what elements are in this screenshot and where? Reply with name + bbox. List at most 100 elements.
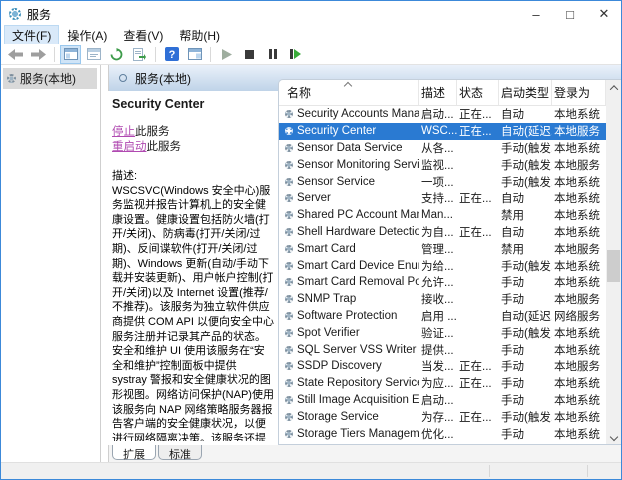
toolbar-separator — [54, 47, 55, 62]
service-gear-icon — [285, 211, 293, 219]
table-row[interactable]: SSDP Discovery 当发... 正在... 手动 本地服务 — [279, 358, 606, 375]
svg-text:?: ? — [168, 49, 175, 61]
properties-icon[interactable] — [83, 45, 104, 64]
table-row[interactable]: Smart Card Removal Poli... 允许... 手动 本地系统 — [279, 274, 606, 291]
table-row[interactable]: Security Center WSC... 正在... 自动(延迟... 本地… — [279, 123, 606, 140]
table-row[interactable]: Spot Verifier 验证... 手动(触发... 本地系统 — [279, 324, 606, 341]
table-row[interactable]: SQL Server VSS Writer 提供... 手动 本地系统 — [279, 341, 606, 358]
toolbar: ? — [1, 44, 621, 65]
table-row[interactable]: Smart Card 管理... 禁用 本地服务 — [279, 240, 606, 257]
service-gear-icon — [285, 194, 293, 202]
description-label: 描述: — [112, 169, 274, 184]
table-row[interactable]: Software Protection 启用 ... 自动(延迟... 网络服务 — [279, 308, 606, 325]
table-row[interactable]: Storage Service 为存... 正在... 手动(触发... 本地系… — [279, 408, 606, 425]
service-details-panel: Security Center 停止此服务 重启动此服务 描述: WSCSVC(… — [112, 97, 274, 441]
column-header-logon-as[interactable]: 登录为 — [552, 80, 606, 105]
help-icon[interactable]: ? — [161, 45, 182, 64]
table-row[interactable]: Still Image Acquisition Ev... 启动... 手动 本… — [279, 392, 606, 409]
service-gear-icon — [285, 144, 293, 152]
service-gear-icon — [285, 430, 293, 438]
service-gear-icon — [285, 362, 293, 370]
column-header-startup-type[interactable]: 启动类型 — [499, 80, 552, 105]
forward-icon[interactable] — [28, 45, 49, 64]
tree-item-services-local[interactable]: 服务(本地) — [3, 68, 97, 89]
stop-service-link[interactable]: 停止 — [112, 126, 135, 138]
scroll-up-icon[interactable] — [606, 80, 621, 95]
table-row[interactable]: Sensor Monitoring Service 监视... 手动(触发...… — [279, 156, 606, 173]
back-icon[interactable] — [5, 45, 26, 64]
table-row[interactable]: SNMP Trap 接收... 手动 本地服务 — [279, 291, 606, 308]
stop-service-icon[interactable] — [239, 45, 260, 64]
menu-bar: 文件(F) 操作(A) 查看(V) 帮助(H) — [1, 27, 621, 44]
status-bar — [1, 462, 621, 479]
service-gear-icon — [285, 278, 293, 286]
status-separator — [489, 465, 490, 477]
minimize-button[interactable]: – — [519, 1, 553, 27]
service-gear-icon — [285, 396, 293, 404]
window-title: 服务 — [27, 6, 51, 23]
table-row[interactable]: Smart Card Device Enum... 为给... 手动(触发...… — [279, 257, 606, 274]
toolbar-separator — [155, 47, 156, 62]
service-gear-icon — [285, 413, 293, 421]
service-description: WSCSVC(Windows 安全中心)服务监视并报告计算机上的安全健康设置。健… — [112, 184, 274, 441]
console-tree-panel: 服务(本地) — [1, 65, 101, 462]
tab-standard[interactable]: 标准 — [158, 445, 202, 460]
menu-file[interactable]: 文件(F) — [5, 26, 58, 45]
selected-service-name: Security Center — [112, 97, 274, 111]
service-gear-icon — [285, 110, 293, 118]
table-row[interactable]: Shared PC Account Mana... Man... 禁用 本地系统 — [279, 207, 606, 224]
services-gear-icon — [9, 8, 21, 20]
table-row[interactable]: Server 支持... 正在... 自动 本地系统 — [279, 190, 606, 207]
service-gear-icon — [285, 228, 293, 236]
tab-extended[interactable]: 扩展 — [112, 445, 156, 460]
table-row[interactable]: Storage Tiers Managem... 优化... 手动 本地系统 — [279, 425, 606, 442]
column-header-status[interactable]: 状态 — [457, 80, 499, 105]
service-gear-icon — [285, 329, 293, 337]
pause-service-icon[interactable] — [262, 45, 283, 64]
restart-service-line: 重启动此服务 — [112, 140, 274, 155]
table-row[interactable]: Sensor Service 一项... 手动(触发... 本地系统 — [279, 173, 606, 190]
service-gear-icon — [285, 245, 293, 253]
pane-title: 服务(本地) — [135, 70, 191, 87]
service-gear-icon — [285, 312, 293, 320]
maximize-button[interactable]: □ — [553, 1, 587, 27]
service-list-panel: 名称 描述 状态 启动类型 登录为 Security Accounts Mana… — [278, 79, 621, 445]
action-pane-icon[interactable] — [184, 45, 205, 64]
restart-service-link[interactable]: 重启动 — [112, 141, 147, 153]
export-list-icon[interactable] — [129, 45, 150, 64]
scroll-down-icon[interactable] — [606, 429, 621, 444]
service-gear-icon — [285, 161, 293, 169]
list-header: 名称 描述 状态 启动类型 登录为 — [279, 80, 606, 106]
view-tabstrip: 扩展 标准 — [108, 445, 621, 462]
menu-help[interactable]: 帮助(H) — [172, 26, 227, 45]
menu-action[interactable]: 操作(A) — [60, 26, 114, 45]
title-bar: 服务 – □ ✕ — [1, 1, 621, 27]
service-gear-icon — [285, 178, 293, 186]
table-row[interactable]: Sensor Data Service 从各... 手动(触发... 本地系统 — [279, 140, 606, 157]
status-separator — [587, 465, 588, 477]
start-service-icon[interactable] — [216, 45, 237, 64]
scrollbar-thumb[interactable] — [607, 250, 620, 282]
stop-service-line: 停止此服务 — [112, 125, 274, 140]
services-window: 服务 – □ ✕ 文件(F) 操作(A) 查看(V) 帮助(H) — [0, 0, 622, 480]
table-row[interactable]: Security Accounts Manag... 启动... 正在... 自… — [279, 106, 606, 123]
table-row[interactable]: Shell Hardware Detection 为自... 正在... 自动 … — [279, 224, 606, 241]
restart-service-icon[interactable] — [285, 45, 306, 64]
console-tree-icon[interactable] — [60, 45, 81, 64]
tree-item-label: 服务(本地) — [20, 70, 76, 87]
services-gear-icon — [7, 74, 16, 83]
refresh-icon[interactable] — [106, 45, 127, 64]
toolbar-separator — [210, 47, 211, 62]
vertical-scrollbar[interactable] — [606, 80, 621, 444]
column-header-name[interactable]: 名称 — [285, 80, 419, 105]
service-gear-icon — [285, 295, 293, 303]
service-gear-icon — [285, 346, 293, 354]
table-row[interactable]: State Repository Service 为应... 正在... 手动 … — [279, 375, 606, 392]
column-header-description[interactable]: 描述 — [419, 80, 457, 105]
stop-service-suffix: 此服务 — [135, 126, 170, 138]
service-rows: Security Accounts Manag... 启动... 正在... 自… — [279, 106, 606, 444]
target-circle-icon — [119, 74, 127, 82]
close-button[interactable]: ✕ — [587, 1, 621, 27]
menu-view[interactable]: 查看(V) — [116, 26, 170, 45]
service-gear-icon — [285, 127, 293, 135]
